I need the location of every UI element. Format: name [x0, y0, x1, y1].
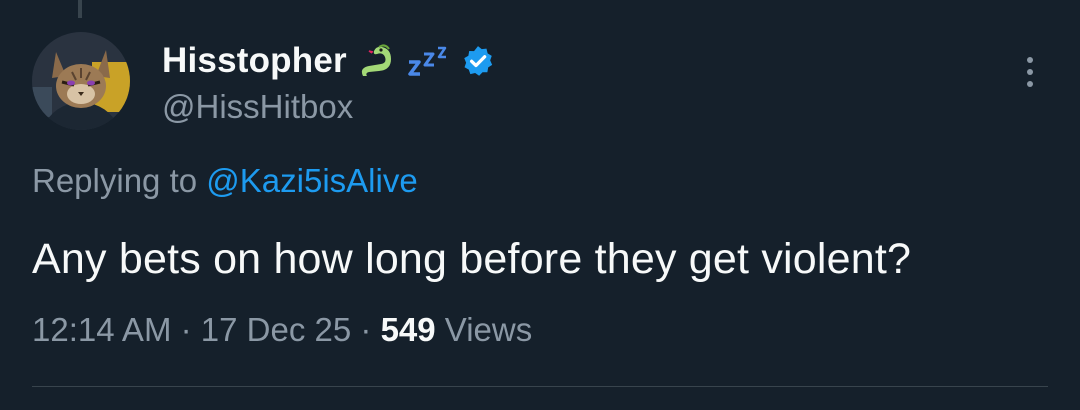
tweet-detail: Hisstopher @HissHitbox Replying to @Kazi…	[0, 0, 1080, 410]
replying-to-prefix: Replying to	[32, 162, 198, 199]
replying-to-line: Replying to @Kazi5isAlive	[32, 162, 418, 200]
zzz-icon	[405, 44, 453, 78]
avatar-image	[32, 32, 130, 130]
more-dot-icon	[1027, 57, 1033, 63]
tweet-date-link[interactable]: 17 Dec 25	[201, 311, 351, 348]
author-handle[interactable]: @HissHitbox	[162, 88, 353, 126]
tweet-time-link[interactable]: 12:14 AM	[32, 311, 171, 348]
more-dot-icon	[1027, 69, 1033, 75]
meta-separator: ·	[180, 311, 192, 348]
more-options-button[interactable]	[1015, 52, 1045, 92]
divider	[32, 386, 1048, 387]
tweet-metadata: 12:14 AM · 17 Dec 25 · 549 Views	[32, 311, 532, 349]
views-label: Views	[444, 311, 533, 348]
views-count[interactable]: 549	[381, 311, 436, 348]
avatar[interactable]	[32, 32, 130, 130]
author-name-row[interactable]: Hisstopher	[162, 38, 495, 84]
meta-separator: ·	[360, 311, 372, 348]
more-dot-icon	[1027, 81, 1033, 87]
author-display-name[interactable]: Hisstopher	[162, 41, 347, 81]
thread-connector-line	[78, 0, 82, 18]
verified-badge-icon[interactable]	[461, 44, 495, 78]
replying-to-mention-link[interactable]: @Kazi5isAlive	[206, 162, 417, 199]
tweet-body-text: Any bets on how long before they get vio…	[32, 235, 912, 283]
snake-icon	[355, 40, 397, 82]
